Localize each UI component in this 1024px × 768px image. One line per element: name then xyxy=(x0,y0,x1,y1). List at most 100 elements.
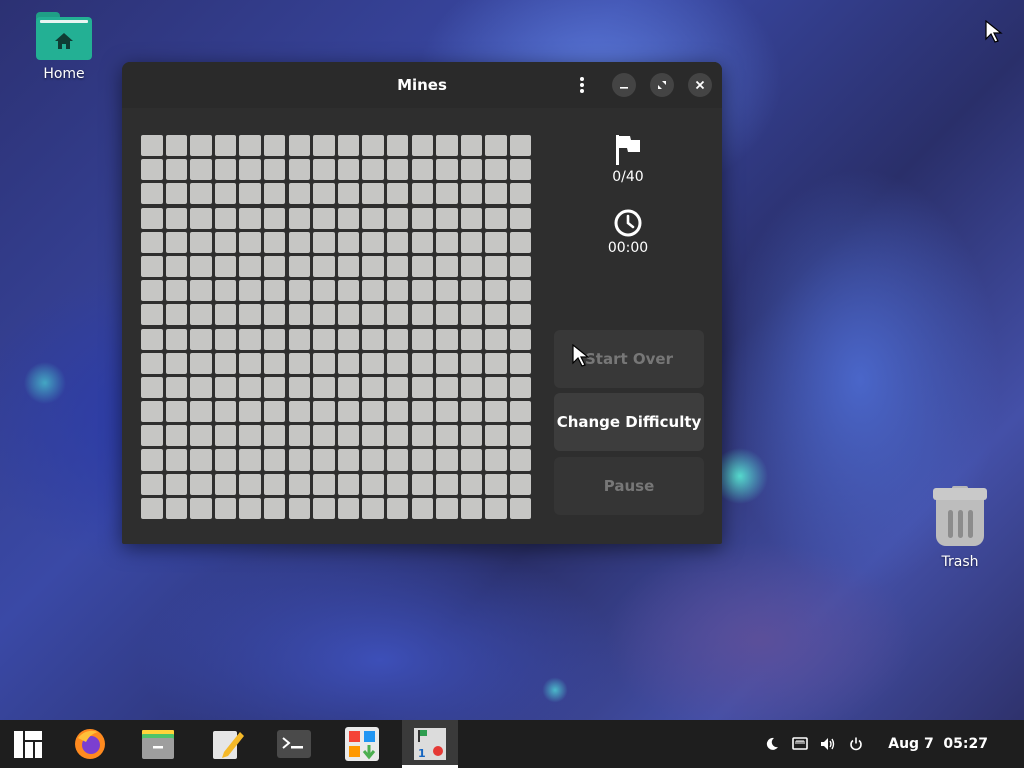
mine-cell[interactable] xyxy=(190,425,212,447)
power-button[interactable] xyxy=(848,736,864,752)
mine-cell[interactable] xyxy=(141,207,163,229)
mine-cell[interactable] xyxy=(362,159,384,181)
mine-cell[interactable] xyxy=(509,159,532,181)
mine-cell[interactable] xyxy=(288,280,311,302)
mine-cell[interactable] xyxy=(288,183,311,205)
mine-cell[interactable] xyxy=(190,473,212,495)
mine-cell[interactable] xyxy=(485,255,507,278)
mine-cell[interactable] xyxy=(141,449,163,471)
mine-cell[interactable] xyxy=(460,231,483,253)
mine-cell[interactable] xyxy=(190,449,212,471)
mine-cell[interactable] xyxy=(214,473,237,495)
mine-cell[interactable] xyxy=(509,207,532,229)
mine-cell[interactable] xyxy=(263,231,286,253)
mine-cell[interactable] xyxy=(436,280,458,302)
mine-cell[interactable] xyxy=(190,231,212,253)
mine-cell[interactable] xyxy=(239,159,261,181)
mine-cell[interactable] xyxy=(263,449,286,471)
mine-cell[interactable] xyxy=(460,401,483,423)
clock[interactable]: Aug 7 05:27 xyxy=(888,736,988,752)
mine-cell[interactable] xyxy=(485,425,507,447)
mine-cell[interactable] xyxy=(214,304,237,326)
mine-cell[interactable] xyxy=(386,376,409,398)
mine-cell[interactable] xyxy=(436,352,458,374)
mine-cell[interactable] xyxy=(485,376,507,398)
minimize-button[interactable] xyxy=(612,73,636,97)
mine-cell[interactable] xyxy=(509,231,532,253)
mine-cell[interactable] xyxy=(263,280,286,302)
mine-cell[interactable] xyxy=(288,449,311,471)
mine-cell[interactable] xyxy=(313,352,335,374)
mine-cell[interactable] xyxy=(436,304,458,326)
mine-cell[interactable] xyxy=(411,304,434,326)
mine-cell[interactable] xyxy=(362,497,384,519)
mine-cell[interactable] xyxy=(337,207,360,229)
mine-cell[interactable] xyxy=(263,304,286,326)
mine-cell[interactable] xyxy=(411,401,434,423)
mine-cell[interactable] xyxy=(436,183,458,205)
mine-cell[interactable] xyxy=(190,135,212,157)
mine-cell[interactable] xyxy=(436,497,458,519)
terminal-launcher[interactable] xyxy=(276,726,312,762)
mine-cell[interactable] xyxy=(509,304,532,326)
mine-cell[interactable] xyxy=(313,207,335,229)
mine-cell[interactable] xyxy=(460,280,483,302)
mine-cell[interactable] xyxy=(263,328,286,350)
mine-cell[interactable] xyxy=(313,255,335,278)
mine-cell[interactable] xyxy=(436,328,458,350)
mine-cell[interactable] xyxy=(485,473,507,495)
maximize-button[interactable] xyxy=(650,73,674,97)
mine-cell[interactable] xyxy=(411,497,434,519)
mine-cell[interactable] xyxy=(509,473,532,495)
mine-cell[interactable] xyxy=(411,449,434,471)
mine-cell[interactable] xyxy=(460,497,483,519)
mine-cell[interactable] xyxy=(214,135,237,157)
mine-cell[interactable] xyxy=(141,159,163,181)
mine-cell[interactable] xyxy=(141,231,163,253)
mine-cell[interactable] xyxy=(263,159,286,181)
change-difficulty-button[interactable]: Change Difficulty xyxy=(554,393,704,451)
mine-cell[interactable] xyxy=(313,231,335,253)
mine-cell[interactable] xyxy=(485,401,507,423)
mine-cell[interactable] xyxy=(362,304,384,326)
mine-cell[interactable] xyxy=(337,159,360,181)
mine-cell[interactable] xyxy=(165,304,188,326)
network-button[interactable] xyxy=(792,736,809,752)
mine-cell[interactable] xyxy=(436,449,458,471)
mine-cell[interactable] xyxy=(190,401,212,423)
mine-cell[interactable] xyxy=(509,401,532,423)
mine-cell[interactable] xyxy=(485,183,507,205)
mine-cell[interactable] xyxy=(411,280,434,302)
mine-cell[interactable] xyxy=(313,449,335,471)
mine-cell[interactable] xyxy=(288,159,311,181)
mine-cell[interactable] xyxy=(214,352,237,374)
mine-cell[interactable] xyxy=(263,183,286,205)
mine-cell[interactable] xyxy=(141,425,163,447)
mine-cell[interactable] xyxy=(313,328,335,350)
mine-cell[interactable] xyxy=(165,473,188,495)
mine-cell[interactable] xyxy=(165,255,188,278)
mine-cell[interactable] xyxy=(436,376,458,398)
mine-cell[interactable] xyxy=(288,135,311,157)
mine-cell[interactable] xyxy=(411,473,434,495)
mine-cell[interactable] xyxy=(214,231,237,253)
files-launcher[interactable] xyxy=(140,726,176,762)
mine-cell[interactable] xyxy=(362,280,384,302)
mine-cell[interactable] xyxy=(141,135,163,157)
mine-cell[interactable] xyxy=(460,376,483,398)
mine-cell[interactable] xyxy=(460,207,483,229)
mine-cell[interactable] xyxy=(411,135,434,157)
mine-cell[interactable] xyxy=(313,376,335,398)
mine-cell[interactable] xyxy=(214,497,237,519)
mine-cell[interactable] xyxy=(239,207,261,229)
app-menu-button[interactable] xyxy=(10,726,46,762)
mine-cell[interactable] xyxy=(436,159,458,181)
mine-cell[interactable] xyxy=(214,207,237,229)
close-button[interactable] xyxy=(688,73,712,97)
mine-cell[interactable] xyxy=(239,449,261,471)
mine-cell[interactable] xyxy=(239,352,261,374)
mine-cell[interactable] xyxy=(313,135,335,157)
mine-cell[interactable] xyxy=(141,328,163,350)
mine-cell[interactable] xyxy=(509,376,532,398)
mine-cell[interactable] xyxy=(313,159,335,181)
